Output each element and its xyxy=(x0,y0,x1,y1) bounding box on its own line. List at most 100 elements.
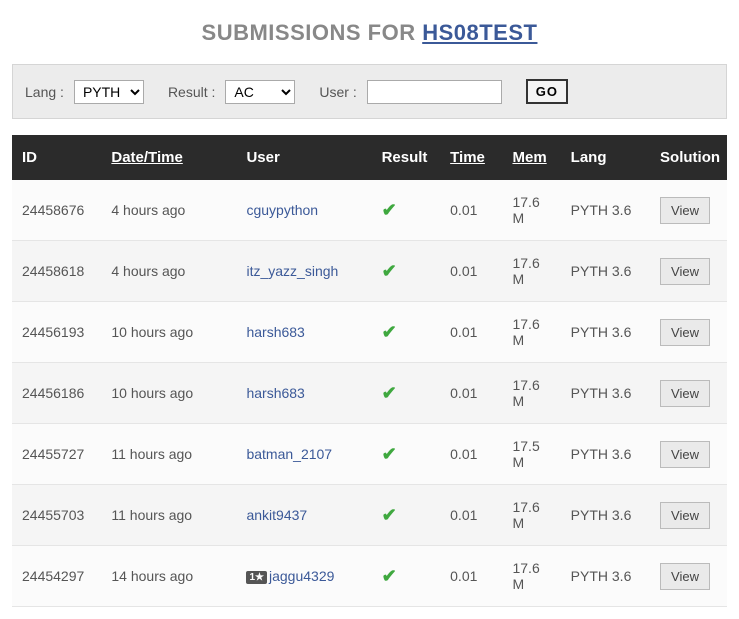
cell-result: ✔ xyxy=(372,241,441,302)
view-button[interactable]: View xyxy=(660,563,710,590)
header-time[interactable]: Time xyxy=(440,135,502,180)
cell-lang: PYTH 3.6 xyxy=(561,424,650,485)
cell-user: harsh683 xyxy=(236,302,371,363)
cell-lang: PYTH 3.6 xyxy=(561,546,650,607)
cell-lang: PYTH 3.6 xyxy=(561,485,650,546)
cell-time: 0.01 xyxy=(440,424,502,485)
cell-result: ✔ xyxy=(372,302,441,363)
cell-result: ✔ xyxy=(372,180,441,241)
header-solution: Solution xyxy=(650,135,727,180)
user-link[interactable]: jaggu4329 xyxy=(269,568,334,584)
user-input[interactable] xyxy=(367,80,502,104)
cell-user: cguypython xyxy=(236,180,371,241)
table-row: 2445619310 hours ago harsh683 ✔0.0117.6MPY… xyxy=(12,302,727,363)
filter-bar: Lang : PYTH Result : AC User : GO xyxy=(12,64,727,119)
view-button[interactable]: View xyxy=(660,319,710,346)
cell-time: 0.01 xyxy=(440,241,502,302)
header-datetime[interactable]: Date/Time xyxy=(101,135,236,180)
table-row: 244586764 hours ago cguypython ✔ 0.0117.6MP… xyxy=(12,180,727,241)
table-row: 2445572711 hours ago batman_2107 ✔ 0.0117.5… xyxy=(12,424,727,485)
rating-badge: 1★ xyxy=(246,571,267,584)
cell-datetime: 4 hours ago xyxy=(101,241,236,302)
cell-solution: View xyxy=(650,180,727,241)
cell-time: 0.01 xyxy=(440,546,502,607)
view-button[interactable]: View xyxy=(660,502,710,529)
table-header-row: ID Date/Time User Result Time Mem Lang S… xyxy=(12,135,727,180)
header-lang: Lang xyxy=(561,135,650,180)
lang-select[interactable]: PYTH xyxy=(74,80,144,104)
cell-id: 24456193 xyxy=(12,302,101,363)
lang-label: Lang : xyxy=(25,84,64,100)
cell-solution: View xyxy=(650,546,727,607)
check-icon: ✔ xyxy=(382,200,397,220)
cell-time: 0.01 xyxy=(440,302,502,363)
problem-code-link[interactable]: HS08TEST xyxy=(422,20,537,45)
cell-result: ✔ xyxy=(372,424,441,485)
cell-datetime: 10 hours ago xyxy=(101,363,236,424)
view-button[interactable]: View xyxy=(660,441,710,468)
cell-user: batman_2107 xyxy=(236,424,371,485)
cell-id: 24455727 xyxy=(12,424,101,485)
cell-mem: 17.6M xyxy=(502,180,560,241)
cell-time: 0.01 xyxy=(440,180,502,241)
user-link[interactable]: batman_2107 xyxy=(246,446,332,462)
cell-result: ✔ xyxy=(372,363,441,424)
cell-id: 24458618 xyxy=(12,241,101,302)
cell-solution: View xyxy=(650,363,727,424)
header-user: User xyxy=(236,135,371,180)
cell-datetime: 11 hours ago xyxy=(101,424,236,485)
submissions-table: ID Date/Time User Result Time Mem Lang S… xyxy=(12,135,727,607)
result-label: Result : xyxy=(168,84,215,100)
cell-user: ankit9437 xyxy=(236,485,371,546)
user-link[interactable]: harsh683 xyxy=(246,385,304,401)
user-link[interactable]: ankit9437 xyxy=(246,507,307,523)
user-link[interactable]: cguypython xyxy=(246,202,318,218)
cell-id: 24455703 xyxy=(12,485,101,546)
cell-datetime: 10 hours ago xyxy=(101,302,236,363)
check-icon: ✔ xyxy=(382,505,397,525)
cell-user: harsh683 xyxy=(236,363,371,424)
cell-solution: View xyxy=(650,302,727,363)
cell-datetime: 4 hours ago xyxy=(101,180,236,241)
cell-mem: 17.6M xyxy=(502,485,560,546)
cell-result: ✔ xyxy=(372,485,441,546)
table-row: 2445570311 hours ago ankit9437 ✔ 0.0117.6MP… xyxy=(12,485,727,546)
cell-user: 1★jaggu4329 xyxy=(236,546,371,607)
cell-lang: PYTH 3.6 xyxy=(561,363,650,424)
cell-solution: View xyxy=(650,424,727,485)
user-link[interactable]: harsh683 xyxy=(246,324,304,340)
cell-mem: 17.6M xyxy=(502,546,560,607)
check-icon: ✔ xyxy=(382,383,397,403)
view-button[interactable]: View xyxy=(660,258,710,285)
table-row: 2445618610 hours agoharsh683✔0.0117.6MPY… xyxy=(12,363,727,424)
result-select[interactable]: AC xyxy=(225,80,295,104)
user-label: User : xyxy=(319,84,356,100)
page-title: SUBMISSIONS FOR HS08TEST xyxy=(12,20,727,46)
cell-result: ✔ xyxy=(372,546,441,607)
cell-time: 0.01 xyxy=(440,485,502,546)
cell-solution: View xyxy=(650,241,727,302)
cell-mem: 17.5M xyxy=(502,424,560,485)
cell-lang: PYTH 3.6 xyxy=(561,302,650,363)
cell-datetime: 11 hours ago xyxy=(101,485,236,546)
cell-mem: 17.6M xyxy=(502,302,560,363)
check-icon: ✔ xyxy=(382,444,397,464)
cell-solution: View xyxy=(650,485,727,546)
cell-id: 24454297 xyxy=(12,546,101,607)
table-row: 244586184 hours agoitz_yazz_singh✔0.0117… xyxy=(12,241,727,302)
cell-datetime: 14 hours ago xyxy=(101,546,236,607)
cell-lang: PYTH 3.6 xyxy=(561,180,650,241)
go-button[interactable]: GO xyxy=(526,79,568,104)
view-button[interactable]: View xyxy=(660,380,710,407)
cell-user: itz_yazz_singh xyxy=(236,241,371,302)
user-link[interactable]: itz_yazz_singh xyxy=(246,263,338,279)
title-prefix: SUBMISSIONS FOR xyxy=(202,20,423,45)
view-button[interactable]: View xyxy=(660,197,710,224)
cell-lang: PYTH 3.6 xyxy=(561,241,650,302)
cell-id: 24458676 xyxy=(12,180,101,241)
cell-id: 24456186 xyxy=(12,363,101,424)
header-id: ID xyxy=(12,135,101,180)
header-mem[interactable]: Mem xyxy=(502,135,560,180)
header-result: Result xyxy=(372,135,441,180)
check-icon: ✔ xyxy=(382,261,397,281)
